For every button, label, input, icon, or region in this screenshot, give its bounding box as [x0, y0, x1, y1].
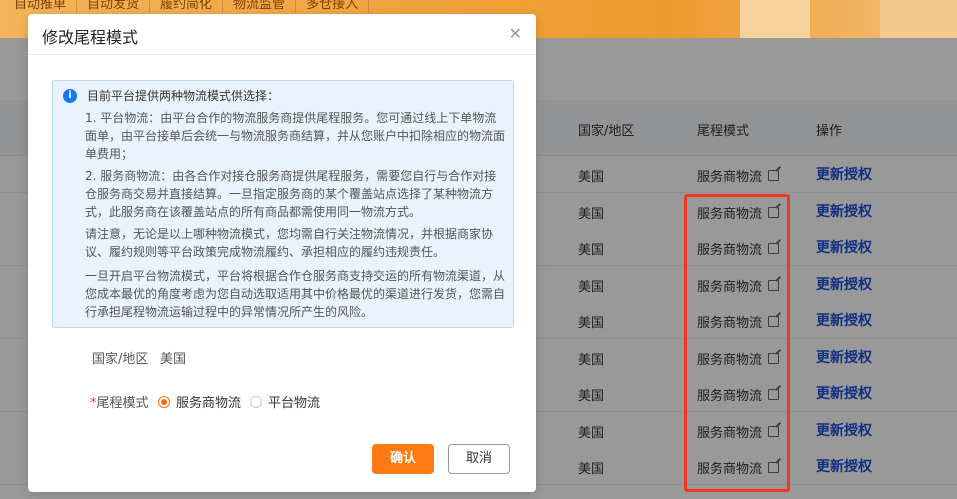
confirm-button[interactable]: 确认 [372, 444, 434, 474]
info-icon: i [63, 89, 77, 103]
radio-label: 平台物流 [268, 396, 321, 411]
radio-unselected-icon [250, 395, 262, 408]
country-value: 美国 [160, 352, 187, 367]
top-nav-item[interactable]: 物流监管 [223, 0, 297, 13]
top-nav-item[interactable]: 履约简化 [150, 0, 224, 13]
radio-selected-icon [158, 395, 170, 408]
radio-label: 服务商物流 [176, 396, 242, 411]
mode-label: *尾程模式 [90, 392, 149, 411]
edit-mode-dialog: 修改尾程模式 ✕ i 目前平台提供两种物流模式供选择： 1. 平台物流：由平台合… [28, 14, 536, 492]
info-heading: 目前平台提供两种物流模式供选择： [87, 89, 280, 103]
info-paragraph: 请注意，无论是以上哪种物流模式，您均需自行关注物流情况，并根据商家协议、履约规则… [85, 227, 494, 259]
top-nav: 自动推单 自动发货 履约简化 物流监管 多仓接入 [4, 0, 370, 13]
top-nav-item[interactable]: 自动发货 [77, 0, 151, 13]
highlight-annotation [684, 194, 790, 492]
info-paragraph: 一旦开启平台物流模式，平台将根据合作仓服务商支持交运的所有物流渠道，从您成本最优… [85, 269, 506, 319]
radio-platform-logistics[interactable]: 平台物流 [250, 392, 320, 411]
country-label: 国家/地区 [92, 352, 149, 367]
banner-decoration [740, 0, 810, 38]
dialog-title: 修改尾程模式 [42, 28, 139, 47]
mode-label-text: 尾程模式 [96, 396, 149, 411]
dialog-divider [28, 54, 536, 55]
radio-provider-logistics[interactable]: 服务商物流 [158, 392, 241, 411]
info-notice: i 目前平台提供两种物流模式供选择： 1. 平台物流：由平台合作的物流服务商提供… [52, 80, 514, 328]
close-icon[interactable]: ✕ [509, 24, 522, 43]
info-paragraph: 1. 平台物流：由平台合作的物流服务商提供尾程服务。您可通过线上下单物流面单，由… [85, 111, 506, 161]
banner-decoration [880, 0, 957, 38]
top-nav-item[interactable]: 多仓接入 [296, 0, 370, 13]
info-paragraph: 2. 服务商物流：由各合作对接仓服务商提供尾程服务，需要您自行与合作对接仓服务商… [85, 169, 497, 219]
cancel-button[interactable]: 取消 [448, 444, 510, 474]
top-nav-item[interactable]: 自动推单 [4, 0, 78, 13]
